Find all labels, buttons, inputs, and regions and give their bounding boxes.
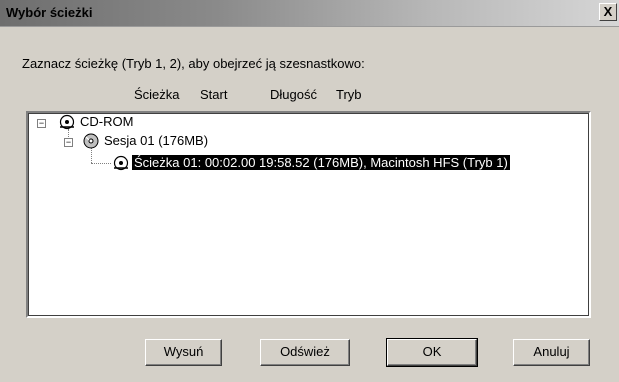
tree-item-session[interactable]: Sesja 01 (176MB) <box>104 132 208 150</box>
collapse-session-toggle[interactable]: − <box>64 138 73 147</box>
cd-drive-icon <box>59 114 75 130</box>
tree-connector <box>91 147 92 163</box>
tree-item-track[interactable]: Ścieżka 01: 00:02.00 19:58.52 (176MB), M… <box>132 154 510 172</box>
instruction-label: Zaznacz ścieżkę (Tryb 1, 2), aby obejrze… <box>22 56 365 71</box>
close-icon: X <box>603 4 613 19</box>
window-title: Wybór ścieżki <box>6 5 93 20</box>
cancel-button[interactable]: Anuluj <box>513 339 590 366</box>
tree-item-cdrom-label: CD-ROM <box>80 114 134 129</box>
cd-disc-icon <box>83 133 99 149</box>
track-tree-view[interactable]: − CD-ROM − Sesja 01 (176MB) Ścieżka 01: … <box>26 111 591 318</box>
close-button[interactable]: X <box>599 3 617 21</box>
column-header-start: Start <box>200 87 228 102</box>
tree-item-track-label: Ścieżka 01: 00:02.00 19:58.52 (176MB), M… <box>132 155 510 170</box>
column-header-mode: Tryb <box>336 87 362 102</box>
refresh-button[interactable]: Odśwież <box>260 339 350 366</box>
tree-item-cdrom[interactable]: CD-ROM <box>80 113 133 131</box>
cd-track-icon <box>113 155 129 171</box>
tree-connector <box>91 163 111 164</box>
column-header-length: Długość <box>270 87 317 102</box>
eject-button[interactable]: Wysuń <box>145 339 222 366</box>
collapse-root-toggle[interactable]: − <box>37 119 46 128</box>
track-selection-dialog: Wybór ścieżki X Zaznacz ścieżkę (Tryb 1,… <box>0 0 619 382</box>
ok-button[interactable]: OK <box>386 338 478 367</box>
column-header-track: Ścieżka <box>134 87 180 102</box>
title-bar[interactable]: Wybór ścieżki X <box>0 0 619 27</box>
tree-item-session-label: Sesja 01 (176MB) <box>104 133 209 148</box>
